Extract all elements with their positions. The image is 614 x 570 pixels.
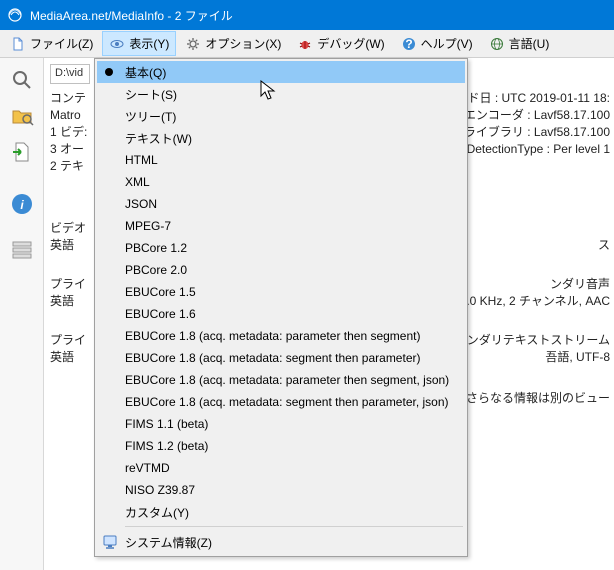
menu-bar: ファイル(Z) 表示(Y) オプション(X) デバッグ(W) ? ヘルプ(V) … <box>0 30 614 58</box>
bug-icon <box>297 36 313 52</box>
dropdown-item-pbcore20[interactable]: PBCore 2.0 <box>97 259 465 281</box>
info-icon: i <box>10 192 34 216</box>
dropdown-item-sysinfo[interactable]: システム情報(Z) <box>97 530 465 554</box>
tool-folder[interactable] <box>6 100 38 132</box>
tool-export[interactable] <box>6 136 38 168</box>
window-title: MediaArea.net/MediaInfo - 2 ファイル <box>30 7 233 24</box>
menu-file-label: ファイル(Z) <box>30 35 93 52</box>
dropdown-item-mpeg7[interactable]: MPEG-7 <box>97 215 465 237</box>
bg-right-row: ード日 : UTC 2019-01-11 18: <box>455 90 610 107</box>
monitor-icon <box>101 533 119 551</box>
title-bar: MediaArea.net/MediaInfo - 2 ファイル <box>0 0 614 30</box>
dropdown-item-ebu16[interactable]: EBUCore 1.6 <box>97 303 465 325</box>
gear-icon <box>185 36 201 52</box>
bg-right-row: 吾語, UTF-8 <box>545 349 610 366</box>
bg-row: 英語 <box>50 349 86 366</box>
menu-lang-label: 言語(U) <box>509 35 550 52</box>
tool-info[interactable]: i <box>6 188 38 220</box>
dropdown-item-sheet[interactable]: シート(S) <box>97 83 465 105</box>
help-icon: ? <box>401 36 417 52</box>
bg-right-row: ンダリ音声 <box>550 276 610 293</box>
eye-icon <box>109 36 125 52</box>
bg-right-row: ンダリテキストストリーム <box>467 332 610 349</box>
dropdown-item-xml[interactable]: XML <box>97 171 465 193</box>
bg-row: Matro <box>50 107 87 124</box>
dropdown-item-pbcore12[interactable]: PBCore 1.2 <box>97 237 465 259</box>
dropdown-item-revtmd[interactable]: reVTMD <box>97 457 465 479</box>
bg-row: ビデオ <box>50 220 86 237</box>
menu-options[interactable]: オプション(X) <box>178 31 288 56</box>
svg-text:?: ? <box>405 37 412 51</box>
bg-row: 2 テキ <box>50 158 87 175</box>
bg-row: 英語 <box>50 237 86 254</box>
bg-right-row: DetectionType : Per level 1 <box>467 141 610 158</box>
export-icon <box>10 140 34 164</box>
dropdown-item-fims11[interactable]: FIMS 1.1 (beta) <box>97 413 465 435</box>
dropdown-item-ebu18b[interactable]: EBUCore 1.8 (acq. metadata: segment then… <box>97 347 465 369</box>
list-icon <box>10 238 34 262</box>
app-icon <box>6 6 24 24</box>
bg-row: 1 ビデ: <box>50 124 87 141</box>
bg-row: プライ <box>50 332 86 349</box>
dropdown-item-custom[interactable]: カスタム(Y) <box>97 501 465 523</box>
dropdown-item-ebu18a[interactable]: EBUCore 1.8 (acq. metadata: parameter th… <box>97 325 465 347</box>
bg-row: 3 オー <box>50 141 87 158</box>
dropdown-item-text[interactable]: テキスト(W) <box>97 127 465 149</box>
menu-view-label: 表示(Y) <box>129 35 169 52</box>
dropdown-item-tree[interactable]: ツリー(T) <box>97 105 465 127</box>
globe-icon <box>489 36 505 52</box>
dropdown-item-json[interactable]: JSON <box>97 193 465 215</box>
view-dropdown: 基本(Q) シート(S) ツリー(T) テキスト(W) HTML XML JSO… <box>94 58 468 557</box>
dropdown-item-basic[interactable]: 基本(Q) <box>97 61 465 83</box>
dropdown-item-html[interactable]: HTML <box>97 149 465 171</box>
dropdown-item-niso[interactable]: NISO Z39.87 <box>97 479 465 501</box>
bg-right-row: ス <box>598 237 610 254</box>
menu-help-label: ヘルプ(V) <box>421 35 473 52</box>
bg-row: プライ <box>50 276 86 293</box>
sidebar: i <box>0 58 44 570</box>
bg-row: 英語 <box>50 293 86 310</box>
menu-debug[interactable]: デバッグ(W) <box>290 31 391 56</box>
tool-spacer2 <box>6 224 38 230</box>
tool-spacer1 <box>6 172 38 184</box>
dropdown-item-ebu18d[interactable]: EBUCore 1.8 (acq. metadata: segment then… <box>97 391 465 413</box>
menu-options-label: オプション(X) <box>205 35 281 52</box>
dropdown-item-fims12[interactable]: FIMS 1.2 (beta) <box>97 435 465 457</box>
dropdown-item-ebu18c[interactable]: EBUCore 1.8 (acq. metadata: parameter th… <box>97 369 465 391</box>
folder-icon <box>10 104 34 128</box>
dropdown-separator <box>125 526 463 527</box>
file-icon <box>10 36 26 52</box>
dropdown-sysinfo-label: システム情報(Z) <box>125 534 212 551</box>
tool-search[interactable] <box>6 64 38 96</box>
menu-help[interactable]: ? ヘルプ(V) <box>394 31 480 56</box>
menu-debug-label: デバッグ(W) <box>317 35 384 52</box>
menu-file[interactable]: ファイル(Z) <box>3 31 100 56</box>
bg-row: コンテ <box>50 90 87 107</box>
path-input[interactable]: D:\vid <box>50 64 90 84</box>
menu-view[interactable]: 表示(Y) <box>102 31 176 56</box>
tool-list[interactable] <box>6 234 38 266</box>
search-icon <box>10 68 34 92</box>
menu-lang[interactable]: 言語(U) <box>482 31 557 56</box>
dropdown-item-ebu15[interactable]: EBUCore 1.5 <box>97 281 465 303</box>
